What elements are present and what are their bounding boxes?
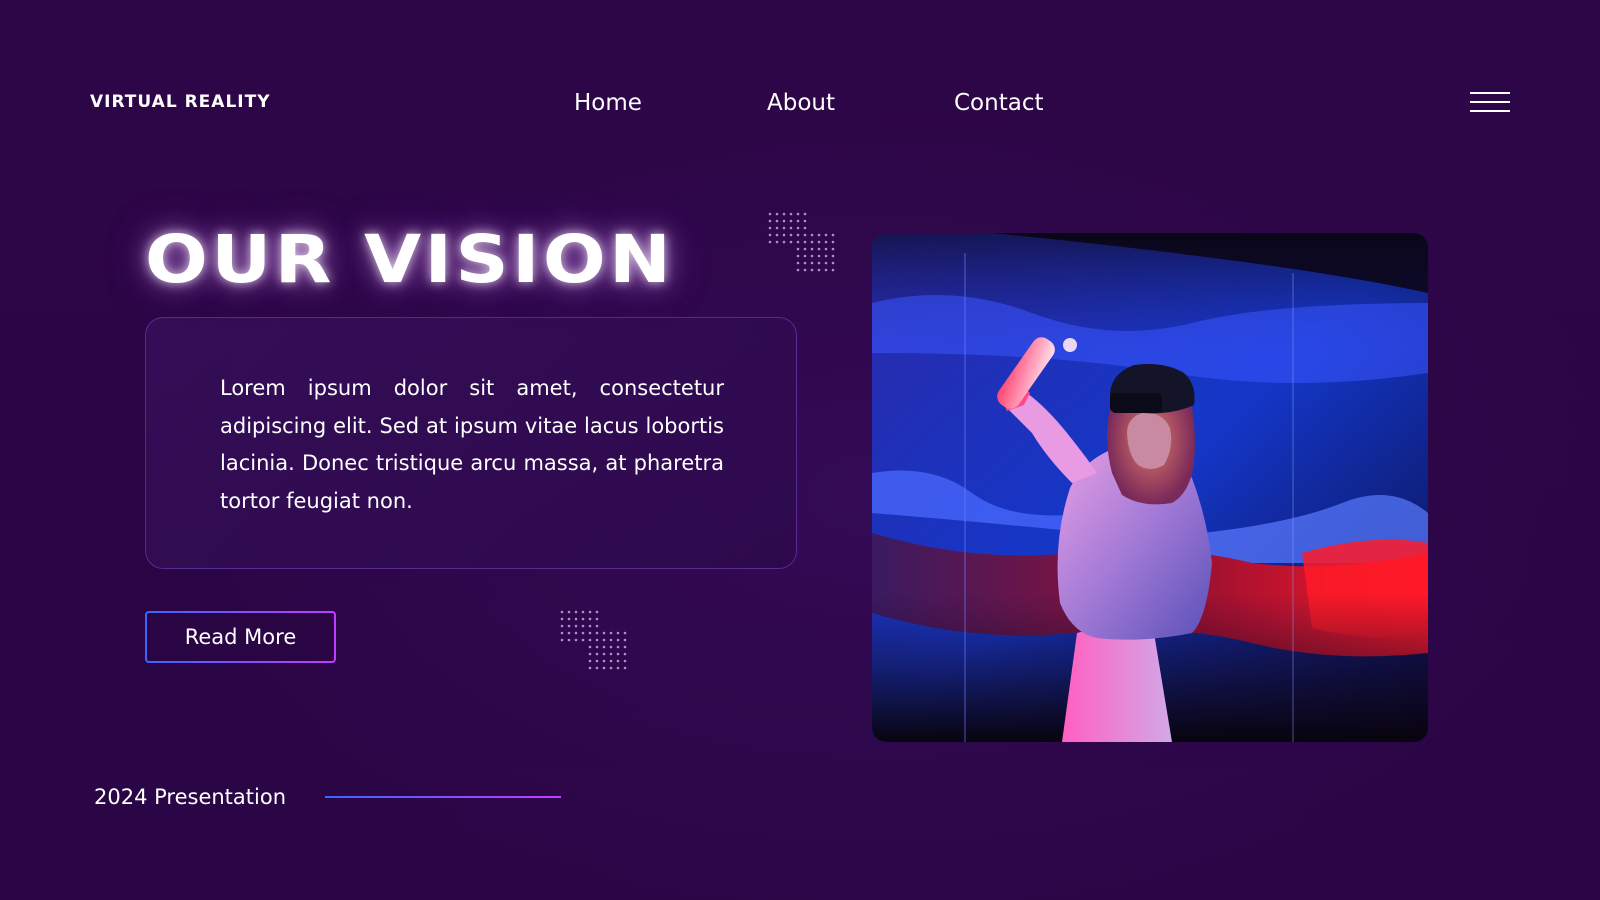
vr-woman-photo: [872, 233, 1428, 742]
brand-logo[interactable]: VIRTUAL REALITY: [90, 92, 271, 112]
nav-about[interactable]: About: [767, 86, 835, 120]
landing-page: VIRTUAL REALITY Home About Contact OUR V…: [0, 0, 1600, 900]
hero-description: Lorem ipsum dolor sit amet, consectetur …: [220, 376, 724, 513]
hamburger-menu-icon[interactable]: [1470, 90, 1510, 116]
nav-contact[interactable]: Contact: [954, 86, 1043, 120]
vr-photo-illustration: [872, 233, 1428, 742]
nav-home[interactable]: Home: [574, 86, 642, 120]
read-more-button[interactable]: Read More: [145, 611, 336, 663]
dot-grid-decoration: [560, 610, 627, 670]
hero-title: OUR VISION: [145, 221, 675, 298]
caption-divider-line: [325, 796, 561, 798]
menu-bar: [1470, 92, 1510, 94]
dot-grid-decoration: [768, 212, 835, 272]
description-card: Lorem ipsum dolor sit amet, consectetur …: [145, 317, 797, 569]
presentation-caption: 2024 Presentation: [94, 785, 287, 809]
menu-bar: [1470, 101, 1510, 103]
menu-bar: [1470, 110, 1510, 112]
